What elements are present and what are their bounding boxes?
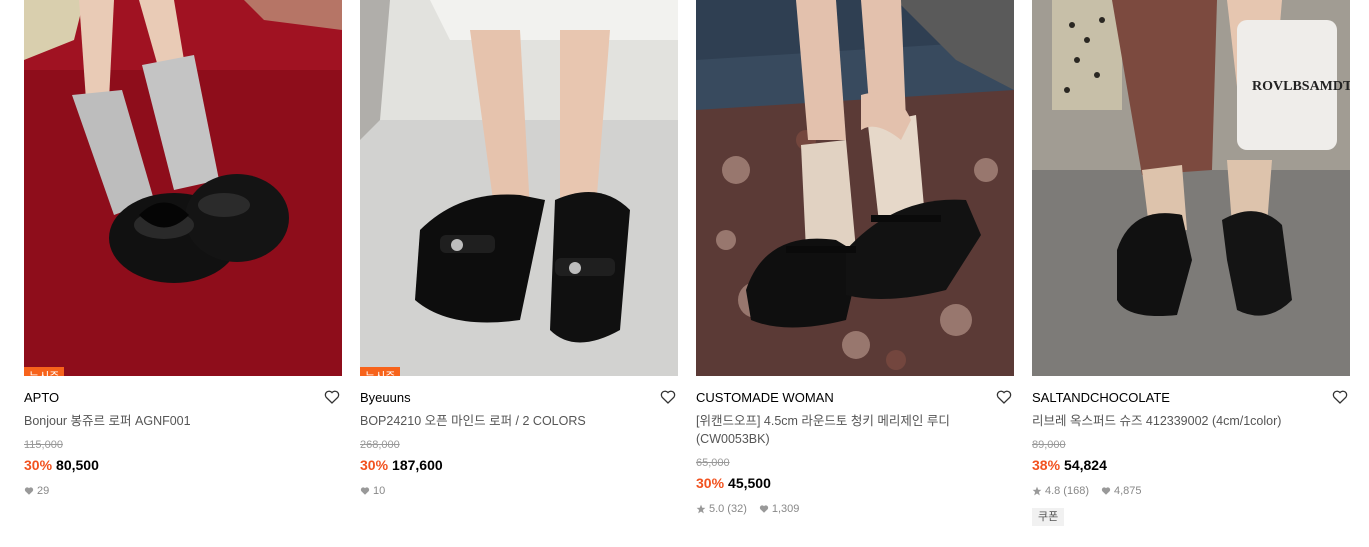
heart-small-icon [360, 487, 370, 495]
product-card[interactable]: 뉴시즌 Byeuuns BOP24210 오픈 마인드 로퍼 / 2 COLOR… [360, 0, 678, 497]
sale-price: 45,500 [728, 475, 771, 491]
product-image[interactable] [696, 0, 1014, 376]
product-card[interactable]: 뉴시즌 APTO Bonjour 봉쥬르 로퍼 AGNF001 115,000 … [24, 0, 342, 497]
brand-name[interactable]: Byeuuns [360, 390, 411, 405]
original-price: 89,000 [1032, 439, 1066, 451]
product-title[interactable]: 리브레 옥스퍼드 슈즈 412339002 (4cm/1color) [1032, 412, 1332, 430]
coupon-badge: 쿠폰 [1032, 508, 1065, 526]
product-meta: 10 [360, 484, 393, 498]
new-season-badge: 뉴시즌 [24, 367, 65, 376]
review-count: (32) [727, 503, 747, 515]
original-price: 65,000 [696, 457, 730, 469]
product-title-line: (CW0053BK) [696, 432, 770, 446]
product-card[interactable]: CUSTOMADE WOMAN [위캔드오프] 4.5cm 라운드토 청키 메리… [696, 0, 1014, 515]
bag-logo-text: ROVLBSAMDT [1252, 79, 1350, 94]
product-image[interactable]: 뉴시즌 [24, 0, 342, 376]
product-meta: 5.0 (32) 1,309 [696, 502, 807, 516]
brand-name[interactable]: APTO [24, 390, 59, 405]
heart-icon[interactable] [660, 389, 676, 405]
rating: 4.8 [1045, 485, 1061, 497]
product-meta: 29 [24, 484, 57, 498]
review-count: (168) [1063, 485, 1089, 497]
like-count: 10 [373, 485, 386, 497]
original-price: 268,000 [360, 439, 400, 451]
discount-rate: 38% [1032, 457, 1061, 473]
sale-price-row: 30% 80,500 [24, 455, 99, 475]
like-count: 4,875 [1113, 485, 1142, 497]
like-count: 29 [37, 485, 50, 497]
product-title-line: [위캔드오프] 4.5cm 라운드토 청키 메리제인 루디 [696, 414, 950, 428]
rating: 5.0 [709, 503, 725, 515]
product-title[interactable]: Bonjour 봉쥬르 로퍼 AGNF001 [24, 412, 324, 430]
sale-price-row: 30% 45,500 [696, 473, 771, 493]
product-image[interactable]: ROVLBSAMDT [1032, 0, 1350, 376]
sale-price: 54,824 [1064, 457, 1107, 473]
product-title[interactable]: BOP24210 오픈 마인드 로퍼 / 2 COLORS [360, 412, 660, 430]
discount-rate: 30% [360, 457, 389, 473]
heart-small-icon [1101, 487, 1111, 495]
like-count: 1,309 [771, 503, 800, 515]
brand-name[interactable]: CUSTOMADE WOMAN [696, 390, 834, 405]
star-icon [1032, 486, 1042, 496]
discount-rate: 30% [24, 457, 53, 473]
heart-icon[interactable] [996, 389, 1012, 405]
sale-price: 187,600 [392, 457, 443, 473]
new-season-badge: 뉴시즌 [360, 367, 401, 376]
heart-small-icon [24, 487, 34, 495]
heart-icon[interactable] [1332, 389, 1348, 405]
product-image[interactable]: 뉴시즌 [360, 0, 678, 376]
sale-price-row: 30% 187,600 [360, 455, 443, 475]
brand-name[interactable]: SALTANDCHOCOLATE [1032, 390, 1170, 405]
product-meta: 4.8 (168) 4,875 [1032, 484, 1150, 498]
product-card[interactable]: ROVLBSAMDT SALTANDCHOCOLATE 리브레 옥스퍼드 슈즈 … [1032, 0, 1350, 526]
discount-rate: 30% [696, 475, 725, 491]
heart-icon[interactable] [324, 389, 340, 405]
sale-price-row: 38% 54,824 [1032, 455, 1107, 475]
sale-price: 80,500 [56, 457, 99, 473]
star-icon [696, 504, 706, 514]
original-price: 115,000 [24, 439, 63, 451]
product-title[interactable]: [위캔드오프] 4.5cm 라운드토 청키 메리제인 루디 (CW0053BK) [696, 412, 996, 448]
heart-small-icon [759, 505, 769, 513]
